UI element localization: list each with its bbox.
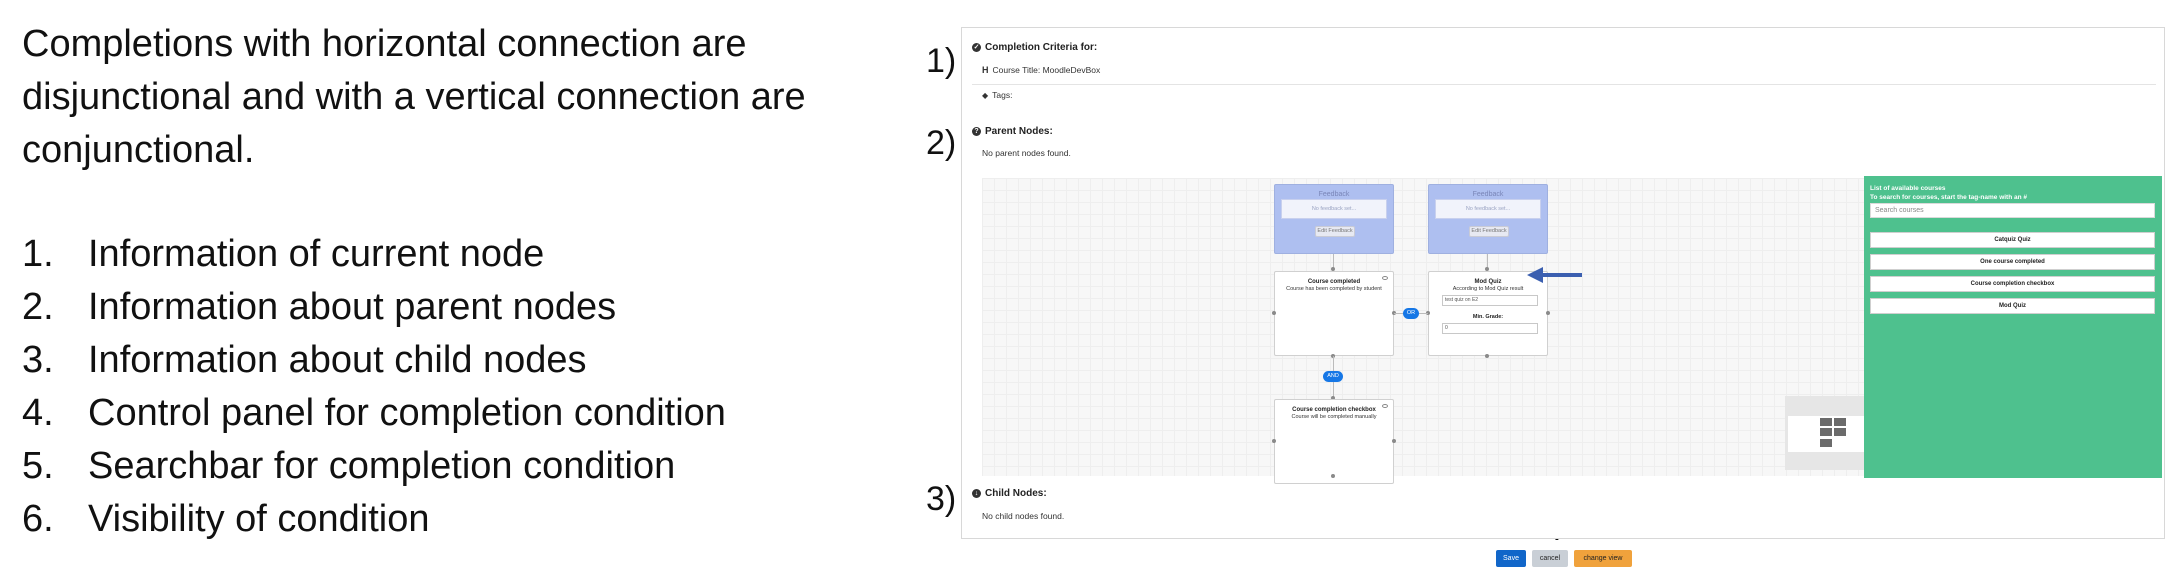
port[interactable] <box>1272 311 1276 315</box>
callout-2: 2) <box>926 124 957 162</box>
steps-list: 1. Information of current node 2. Informat… <box>22 228 902 546</box>
heading-icon: H <box>982 65 989 75</box>
intro-text: Completions with horizontal connection a… <box>22 18 902 177</box>
change-view-button[interactable]: change view <box>1574 550 1632 567</box>
step-item: 2. Information about parent nodes <box>22 286 617 328</box>
feedback-box: Feedback No feedback set... Edit Feedbac… <box>1274 184 1394 254</box>
port[interactable] <box>1272 439 1276 443</box>
divider <box>972 84 2156 85</box>
tags: ◆ Tags: <box>982 90 1013 100</box>
save-button[interactable]: Save <box>1496 550 1526 567</box>
course-item[interactable]: Mod Quiz <box>1870 298 2155 314</box>
cancel-button[interactable]: cancel <box>1532 550 1568 567</box>
tag-icon: ◆ <box>982 90 989 100</box>
parent-nodes-title: ? Parent Nodes: <box>972 126 1053 137</box>
parent-nodes-empty: No parent nodes found. <box>982 148 1071 158</box>
port[interactable] <box>1331 474 1335 478</box>
check-circle-icon: ✓ <box>972 43 981 52</box>
port[interactable] <box>1485 354 1489 358</box>
intro-line-1: Completions with horizontal connection a… <box>22 23 747 65</box>
question-circle-icon: ? <box>972 127 981 136</box>
feedback-input[interactable]: No feedback set... <box>1281 199 1387 219</box>
child-nodes-empty: No child nodes found. <box>982 511 1065 521</box>
intro-line-2: disjunctional and with a vertical connec… <box>22 76 806 118</box>
sidebar-heading: List of available courses To search for … <box>1870 185 2028 201</box>
course-search-sidebar: List of available courses To search for … <box>1864 176 2162 478</box>
course-title: H Course Title: MoodleDevBox <box>982 65 1101 75</box>
step-item: 5. Searchbar for completion condition <box>22 445 676 487</box>
criteria-title: ✓ Completion Criteria for: <box>972 42 1098 53</box>
step-item: 6. Visibility of condition <box>22 498 430 540</box>
intro-line-3: conjunctional. <box>22 129 255 171</box>
port[interactable] <box>1546 311 1550 315</box>
search-input[interactable]: Search courses <box>1870 203 2155 218</box>
node-completion-checkbox[interactable]: Course completion checkbox Course will b… <box>1274 399 1394 484</box>
feedback-input[interactable]: No feedback set... <box>1435 199 1541 219</box>
callout-1: 1) <box>926 42 957 80</box>
arrow-left-icon <box>1527 267 1582 283</box>
step-item: 4. Control panel for completion condition <box>22 392 726 434</box>
edit-feedback-button[interactable]: Edit Feedback <box>1469 226 1509 237</box>
child-nodes-title: ↓ Child Nodes: <box>972 488 1047 499</box>
or-badge[interactable]: OR <box>1403 308 1419 319</box>
quiz-select[interactable]: test quiz on E2 <box>1442 295 1538 306</box>
course-item[interactable]: Course completion checkbox <box>1870 276 2155 292</box>
callout-3: 3) <box>926 480 957 518</box>
port[interactable] <box>1392 439 1396 443</box>
feedback-box: Feedback No feedback set... Edit Feedbac… <box>1428 184 1548 254</box>
edit-feedback-button[interactable]: Edit Feedback <box>1315 226 1355 237</box>
course-item[interactable]: Catquiz Quiz <box>1870 232 2155 248</box>
course-item[interactable]: One course completed <box>1870 254 2155 270</box>
step-item: 1. Information of current node <box>22 233 545 275</box>
and-badge[interactable]: AND <box>1323 371 1343 382</box>
step-item: 3. Information about child nodes <box>22 339 587 381</box>
min-grade-input[interactable]: 0 <box>1442 323 1538 334</box>
node-course-completed[interactable]: Course completed Course has been complet… <box>1274 271 1394 356</box>
arrow-down-circle-icon: ↓ <box>972 489 981 498</box>
